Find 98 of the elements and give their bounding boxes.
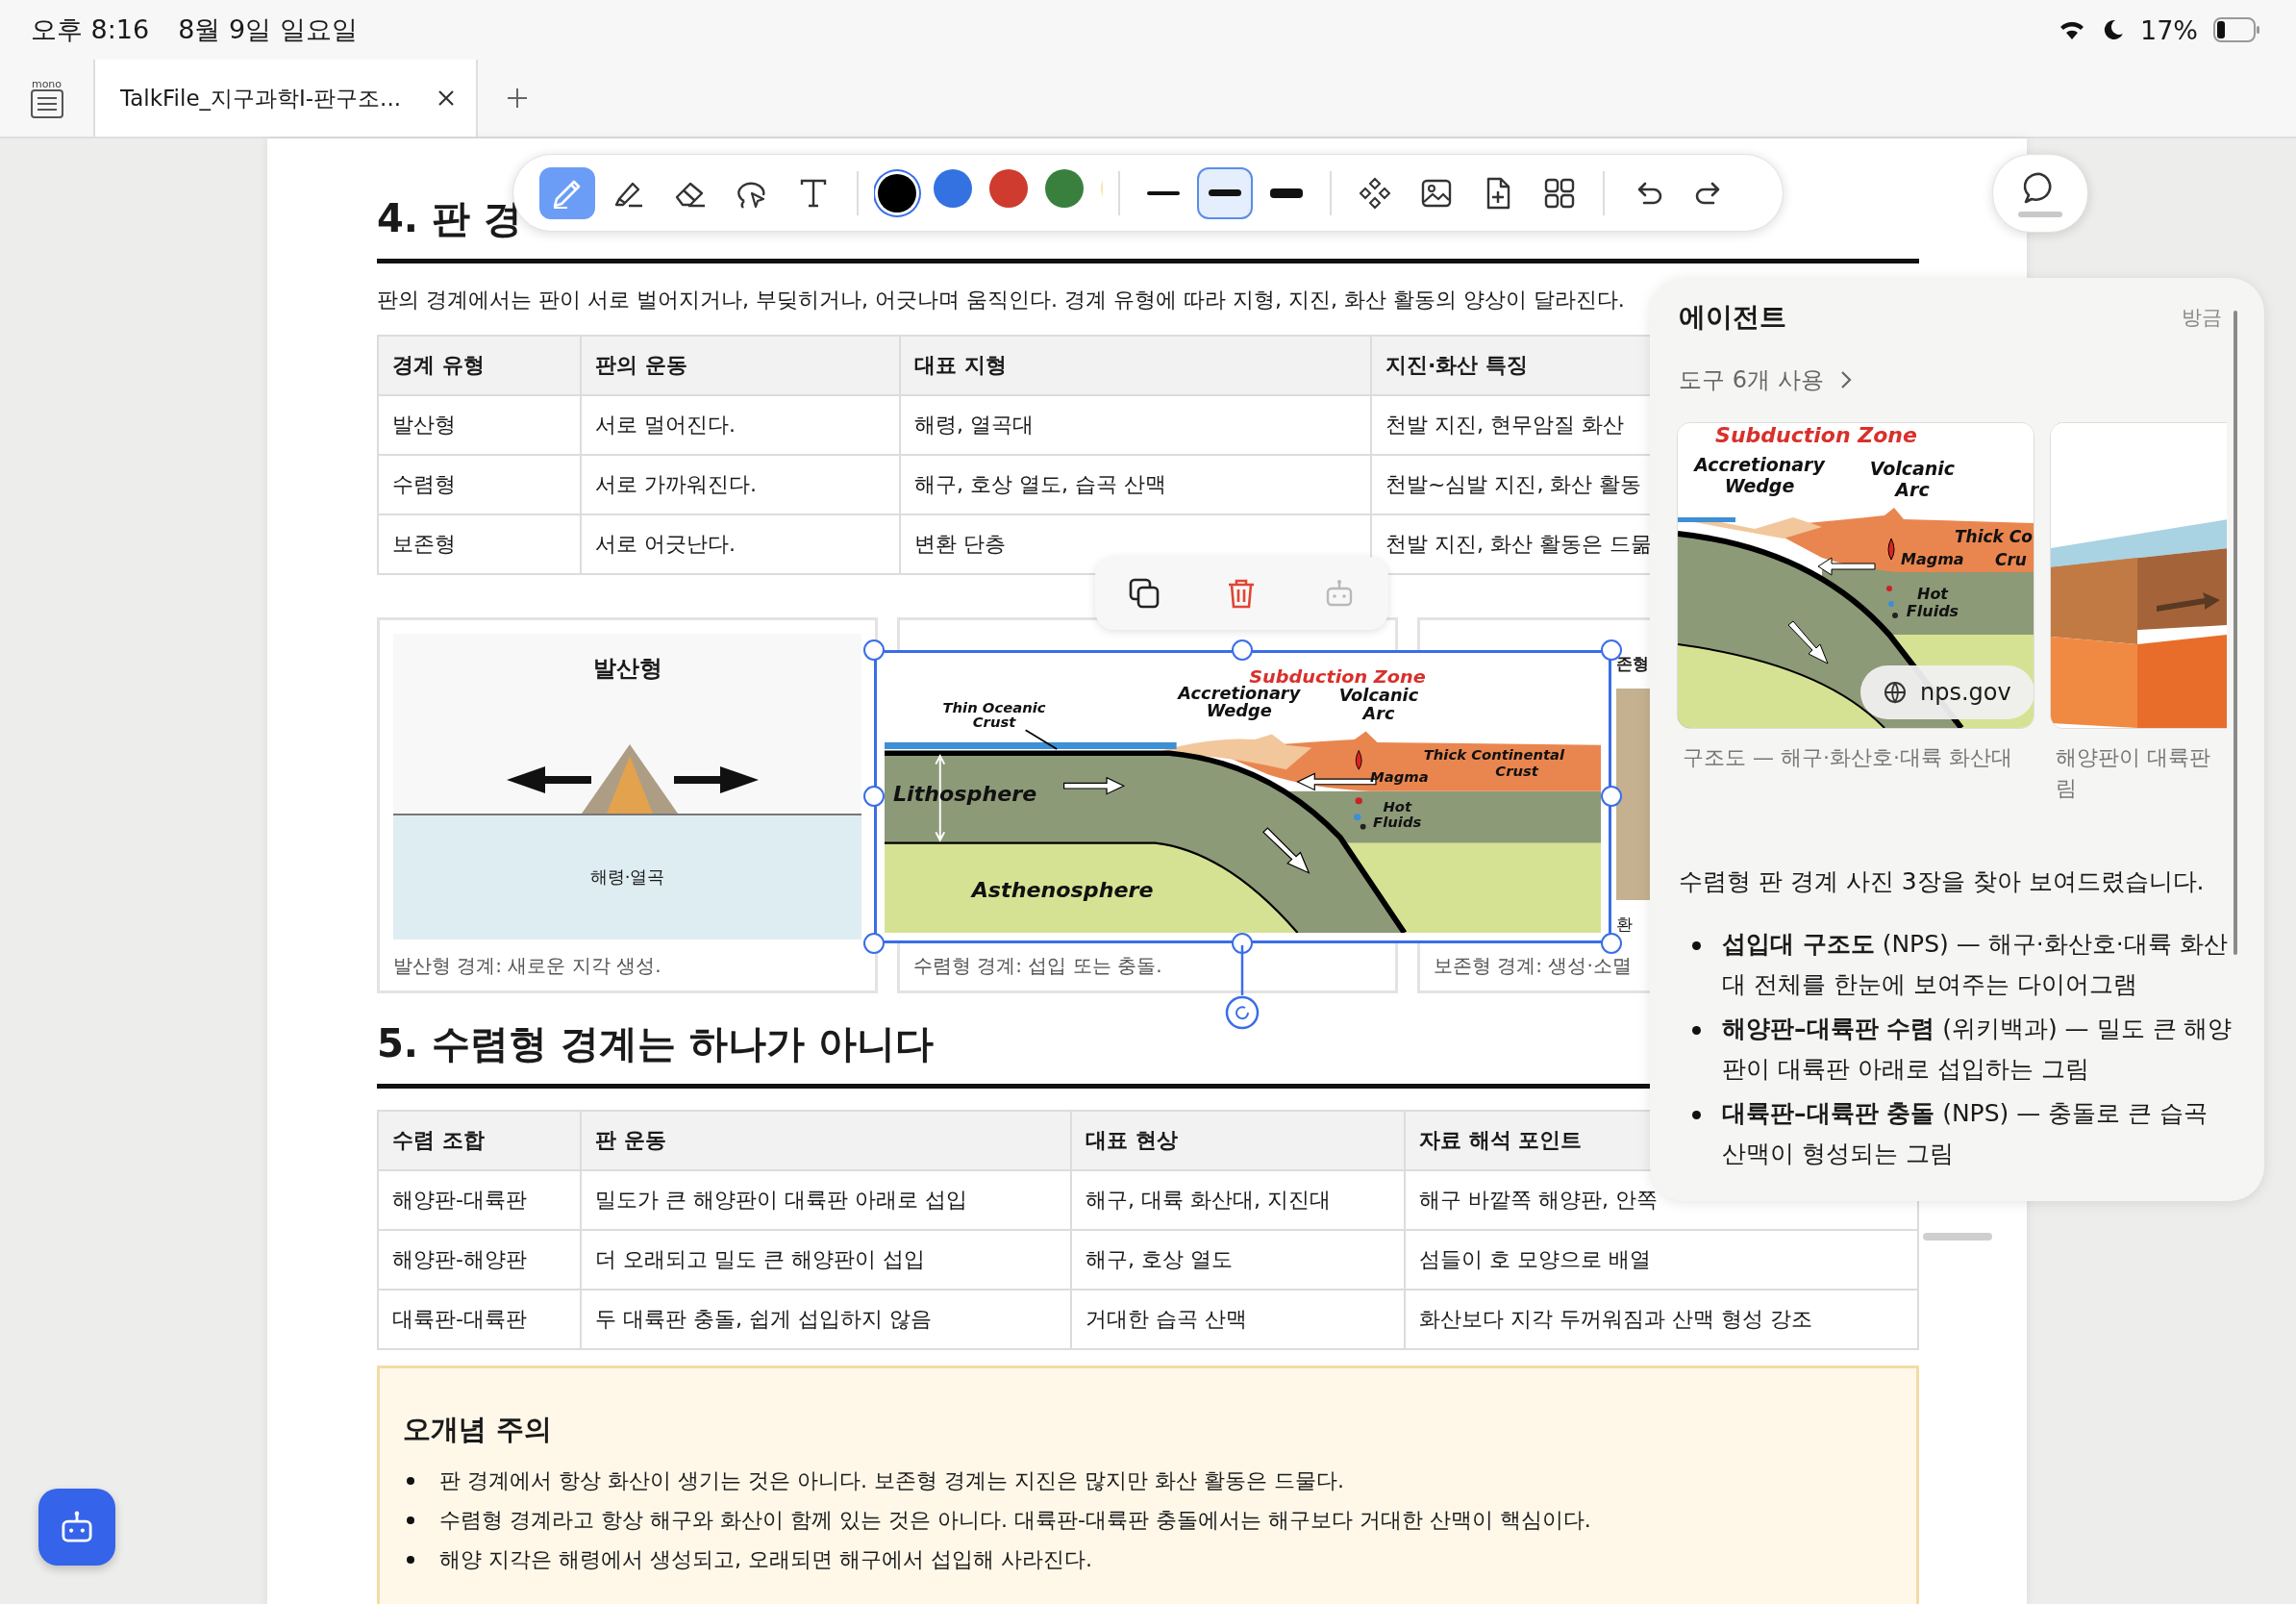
figure-caption: 발산형 경계: 새로운 지각 생성. [393, 953, 662, 979]
battery-icon [2213, 17, 2261, 42]
close-icon[interactable] [437, 89, 455, 107]
diagram-label: Cru [1995, 550, 2027, 569]
color-swatch[interactable] [989, 168, 1028, 208]
moon-icon [2102, 18, 2125, 41]
result-caption: 해양판이 대륙판 림 [2055, 744, 2211, 802]
notes-icon[interactable] [30, 88, 63, 118]
table-cell-text: 보존형 [391, 531, 457, 558]
figure-caption: 수렴형 경계: 섭입 또는 충돌. [913, 953, 1163, 979]
callout-item: 해양 지각은 해령에서 생성되고, 오래되면 해구에서 섭입해 사라진다. [439, 1546, 1092, 1573]
bullet-icon [407, 1555, 414, 1564]
new-tab-icon[interactable] [507, 88, 528, 109]
table-cell: 더 오래되고 밀도 큰 해양판이 섭입 [580, 1231, 1070, 1289]
scrollbar[interactable] [2234, 311, 2237, 955]
bullet-icon [1692, 1026, 1701, 1035]
bullet-icon [407, 1516, 414, 1524]
stroke-width-option[interactable] [1197, 166, 1253, 219]
message-time: 방금 [2182, 305, 2222, 331]
table-cell: 섬들이 호 모양으로 배열 [1404, 1231, 1917, 1289]
table-cell: 화산보다 지각 두꺼워짐과 산맥 형성 강조 [1404, 1291, 1917, 1348]
result-description: 섭입대 구조도 (NPS) — 해구·화산호·대륙 화산대 전체를 한눈에 보여주는 다이어그램 [1722, 929, 2229, 1000]
diagram-label: Asthenosphere [971, 878, 1154, 903]
magma-drop-icon [1355, 749, 1362, 770]
figure-label: 해령·열곡 [589, 865, 665, 889]
battery-percent: 17% [2140, 14, 2198, 45]
chat-button[interactable] [1992, 154, 2088, 233]
figure-title: 존형 [1616, 653, 1649, 675]
arrow-icon [1817, 557, 1876, 576]
column-header: 판의 운동 [580, 337, 899, 394]
bullet-icon [407, 1476, 414, 1485]
fluid-drops-icon [1886, 586, 1898, 618]
bullet-icon [1692, 941, 1701, 950]
diagram-label: Accretionary Wedge [1178, 684, 1301, 721]
arrow-icon [1787, 620, 1829, 664]
column-header: 판 운동 [580, 1112, 1070, 1169]
table-cell: 서로 가까워진다. [580, 456, 899, 514]
source-badge[interactable]: nps.gov [1860, 665, 2034, 719]
diagram-label: Hot Fluids [1906, 585, 1959, 621]
diagram-label: Volcanic Arc [1338, 686, 1419, 724]
panel-title: 에이전트 [1679, 300, 1786, 335]
app-icon-label: mono [31, 78, 62, 89]
column-header: 수렴 조합 [391, 1127, 486, 1154]
column-header: 대표 지형 [899, 337, 1370, 394]
callout-item: 수렴형 경계라고 항상 해구와 화산이 함께 있는 것은 아니다. 대륙판-대륙판 충돌에서는 해구보다 거대한 산맥이 핵심이다. [439, 1507, 1591, 1534]
bullet-icon [1692, 1111, 1701, 1119]
callout-title: 오개념 주의 [403, 1412, 554, 1447]
plate-layers-drawing[interactable] [1678, 423, 2034, 728]
leader-line [1024, 729, 1059, 750]
table-cell: 두 대륙판 충돌, 쉽게 섭입하지 않음 [580, 1291, 1070, 1348]
table-cell: 서로 어긋난다. [580, 515, 899, 573]
diagram-label: Crust [1495, 764, 1538, 780]
status-time: 오후 8:16 [31, 13, 150, 46]
arrow-icon [1262, 827, 1310, 874]
diagram-label: Subduction Zone [1249, 666, 1426, 687]
table-cell-text: 해양판-대륙판 [391, 1187, 528, 1214]
color-swatch[interactable] [934, 168, 972, 208]
figure-label: 환 [1616, 914, 1633, 936]
table-cell: 밀도가 큰 해양판이 대륙판 아래로 섭입 [580, 1171, 1070, 1229]
globe-icon [1884, 681, 1907, 704]
figure-title: 발산형 [592, 654, 662, 684]
pen-tool[interactable] [539, 166, 595, 219]
table-cell-text: 해양판-해양판 [391, 1246, 528, 1273]
table-cell: 해령, 열곡대 [899, 396, 1370, 454]
arrow-icon [1063, 776, 1126, 795]
result-caption: 구조도 — 해구·화산호·대륙 화산대 [1682, 744, 2013, 771]
intro-paragraph: 판의 경계에서는 판이 서로 벌어지거나, 부딪히거나, 어긋나며 움직인다. 경계 유형에 따라 지형, 지진, 화산 활동의 양상이 달라진다. [377, 287, 1626, 313]
diagram-label: Accretionary Wedge [1694, 454, 1825, 496]
table-cell: 해구, 호상 열도, 습곡 산맥 [899, 456, 1370, 514]
shapes-icon [1358, 175, 1392, 211]
copy-icon [1127, 577, 1160, 610]
rotate-handle[interactable] [1225, 945, 1260, 1030]
table-cell-text: 대륙판-대륙판 [391, 1306, 528, 1333]
fluid-drops-icon [1354, 797, 1366, 830]
table-cell-text: 발산형 [391, 412, 457, 439]
document-tab[interactable]: TalkFile_지구과학I-판구조... [93, 60, 478, 137]
diagram-label: Hot Fluids [1373, 799, 1422, 830]
agent-button[interactable] [38, 1489, 115, 1566]
tools-used-link[interactable]: 도구 6개 사용 [1679, 364, 1853, 395]
figure-caption: 보존형 경계: 생성·소멸 [1434, 953, 1633, 979]
column-header: 경계 유형 [391, 352, 486, 379]
table-cell: 해구, 대륙 화산대, 지진대 [1070, 1171, 1404, 1229]
chevron-right-icon [1838, 369, 1853, 390]
table-cell: 서로 멀어진다. [580, 396, 899, 454]
agent-message: 수렴형 판 경계 사진 3장을 찾아 보여드렸습니다. [1679, 866, 2206, 897]
magma-drop-icon [1887, 538, 1895, 561]
table-cell: 해구, 호상 열도 [1070, 1231, 1404, 1289]
diagram-label: Thick Co [1955, 527, 2033, 546]
table-cell-text: 수렴형 [391, 471, 457, 498]
color-swatch[interactable] [1045, 168, 1084, 208]
status-date: 8월 9일 일요일 [178, 13, 358, 46]
diagram-label: Subduction Zone [1715, 423, 1917, 447]
callout-item: 판 경계에서 항상 화산이 생기는 것은 아니다. 보존형 경계는 지진은 많지만 화산 활동은 드물다. [439, 1467, 1344, 1494]
column-header: 대표 현상 [1070, 1112, 1404, 1169]
diagram-label: Magma [1370, 769, 1429, 785]
table-cell: 거대한 습곡 산맥 [1070, 1291, 1404, 1348]
diagram-label: Thick Continental [1423, 747, 1565, 764]
diagram-label: Thin Oceanic Crust [942, 700, 1046, 731]
